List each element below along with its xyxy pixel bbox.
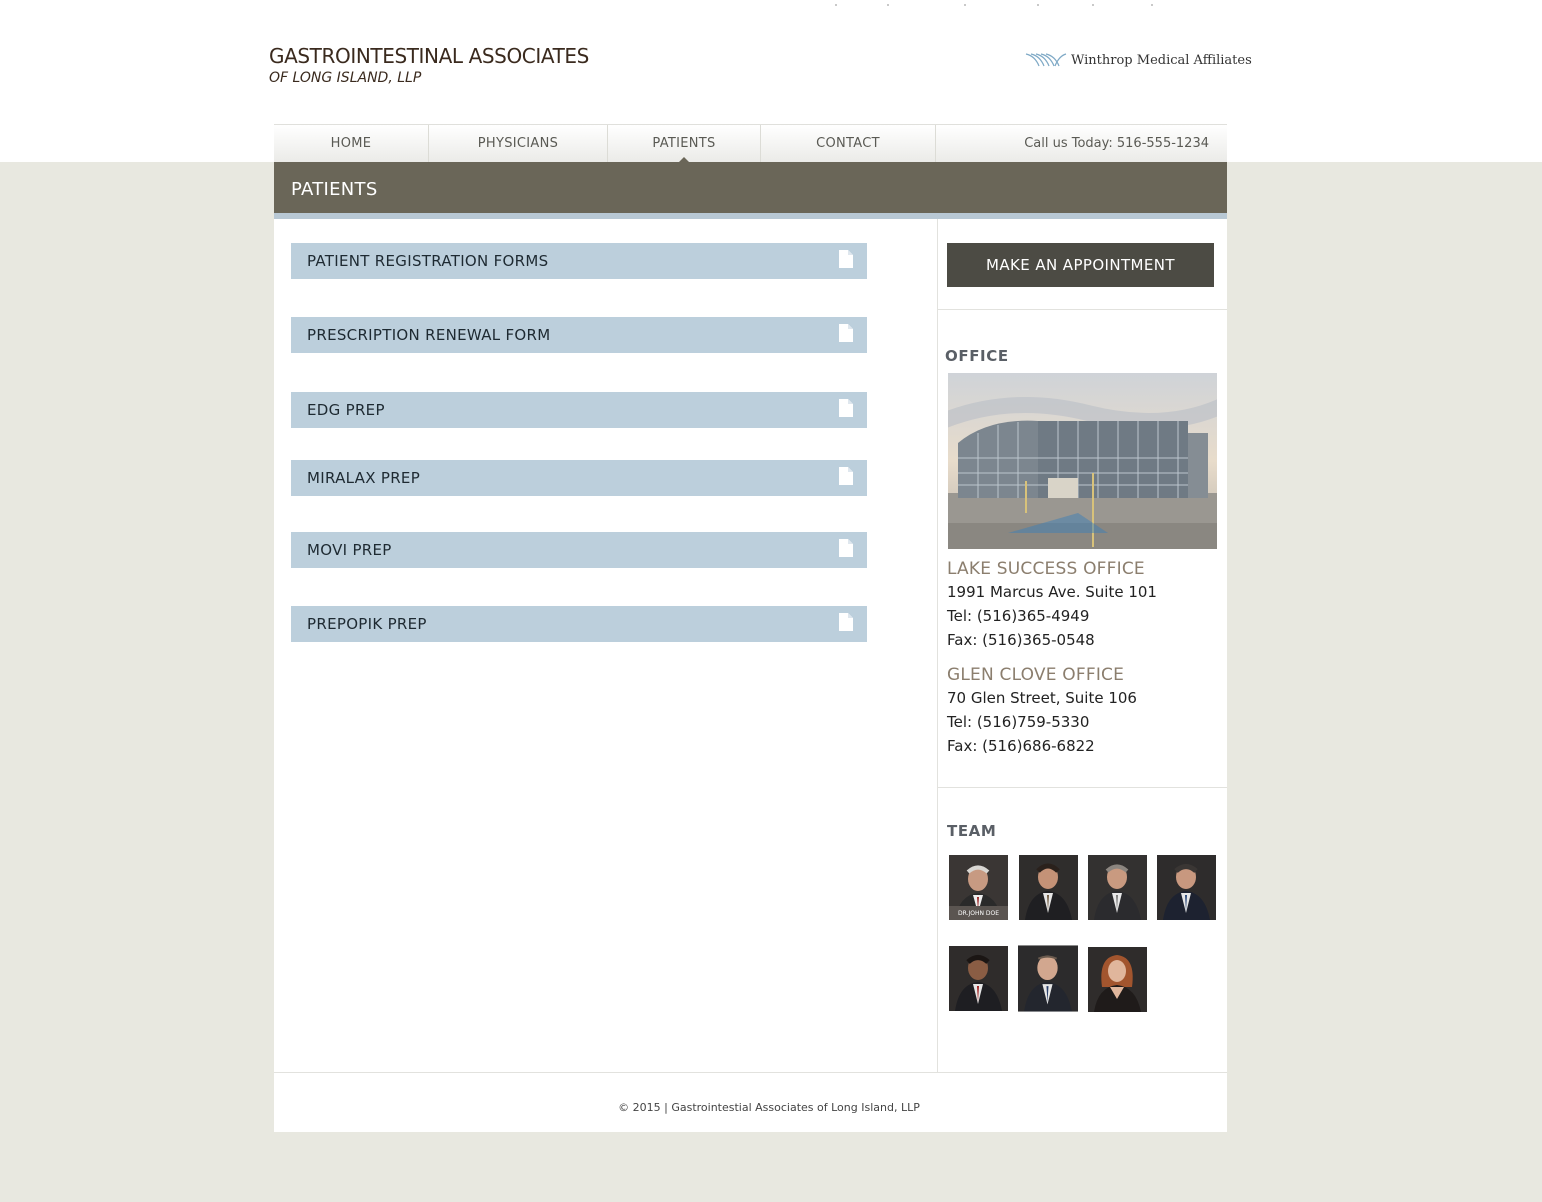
office-building-photo	[948, 373, 1217, 549]
document-link[interactable]: EDG PREP	[291, 392, 867, 428]
nav-home[interactable]: HOME	[274, 125, 429, 162]
document-label: PATIENT REGISTRATION FORMS	[307, 252, 549, 270]
office-name: GLEN CLOVE OFFICE	[947, 665, 1125, 685]
footer-separator	[274, 1072, 1227, 1073]
team-member-photo[interactable]	[1088, 946, 1147, 1013]
office-name: LAKE SUCCESS OFFICE	[947, 559, 1145, 579]
document-icon	[839, 467, 853, 485]
document-label: PREPOPIK PREP	[307, 615, 427, 633]
office-tel[interactable]: Tel: (516)759-5330	[947, 713, 1089, 731]
office-heading: OFFICE	[945, 347, 1009, 365]
document-icon	[839, 324, 853, 342]
affiliate-name: Winthrop Medical Affiliates	[1071, 52, 1252, 68]
team-member-photo[interactable]	[1018, 945, 1078, 1012]
document-label: MIRALAX PREP	[307, 469, 421, 487]
logo-line1: GASTROINTESTINAL ASSOCIATES	[269, 44, 589, 68]
document-icon	[839, 399, 853, 417]
nav-physicians[interactable]: PHYSICIANS	[429, 125, 608, 162]
document-label: EDG PREP	[307, 401, 385, 419]
sidebar-separator	[938, 309, 1227, 310]
team-member-photo[interactable]	[1088, 855, 1147, 920]
page-title: PATIENTS	[291, 179, 378, 200]
team-member-photo[interactable]: DR.JOHN DOE	[949, 855, 1008, 920]
document-label: MOVI PREP	[307, 541, 392, 559]
sidebar-divider	[937, 219, 938, 1072]
make-appointment-button[interactable]: MAKE AN APPOINTMENT	[947, 243, 1214, 287]
nav-patients-label: PATIENTS	[652, 136, 716, 151]
document-icon	[839, 613, 853, 631]
team-heading: TEAM	[947, 822, 997, 840]
document-link[interactable]: MIRALAX PREP	[291, 460, 867, 496]
document-link[interactable]: PATIENT REGISTRATION FORMS	[291, 243, 867, 279]
page-header: PATIENTS	[274, 162, 1227, 219]
office-fax: Fax: (516)686-6822	[947, 737, 1095, 755]
logo-line2: OF LONG ISLAND, LLP	[269, 70, 422, 86]
office-tel[interactable]: Tel: (516)365-4949	[947, 607, 1089, 625]
document-icon	[839, 250, 853, 268]
content-container: PATIENTS PATIENT REGISTRATION FORMS PRES…	[274, 162, 1227, 1132]
office-fax: Fax: (516)365-0548	[947, 631, 1095, 649]
nav-phone: Call us Today: 516-555-1234	[1024, 136, 1209, 151]
office-address: 70 Glen Street, Suite 106	[947, 689, 1137, 707]
team-member-photo[interactable]	[949, 946, 1008, 1011]
office-address: 1991 Marcus Ave. Suite 101	[947, 583, 1157, 601]
team-photo-caption: DR.JOHN DOE	[958, 910, 999, 917]
team-member-photo[interactable]	[1157, 855, 1216, 920]
document-link[interactable]: PREPOPIK PREP	[291, 606, 867, 642]
site-logo[interactable]: GASTROINTESTINAL ASSOCIATES OF LONG ISLA…	[269, 44, 589, 86]
nav-patients[interactable]: PATIENTS	[608, 125, 761, 163]
top-utility-dots	[830, 4, 1160, 14]
main-nav: HOME PHYSICIANS PATIENTS CONTACT Call us…	[274, 124, 1227, 163]
affiliate-logo[interactable]: Winthrop Medical Affiliates	[1025, 52, 1252, 68]
sidebar-separator	[938, 787, 1227, 788]
document-icon	[839, 539, 853, 557]
document-link[interactable]: MOVI PREP	[291, 532, 867, 568]
team-member-photo[interactable]	[1019, 855, 1078, 920]
document-link[interactable]: PRESCRIPTION RENEWAL FORM	[291, 317, 867, 353]
nav-contact[interactable]: CONTACT	[761, 125, 936, 162]
footer-copyright: © 2015 | Gastrointestial Associates of L…	[618, 1101, 920, 1114]
winthrop-wings-icon	[1025, 53, 1067, 67]
document-label: PRESCRIPTION RENEWAL FORM	[307, 326, 551, 344]
